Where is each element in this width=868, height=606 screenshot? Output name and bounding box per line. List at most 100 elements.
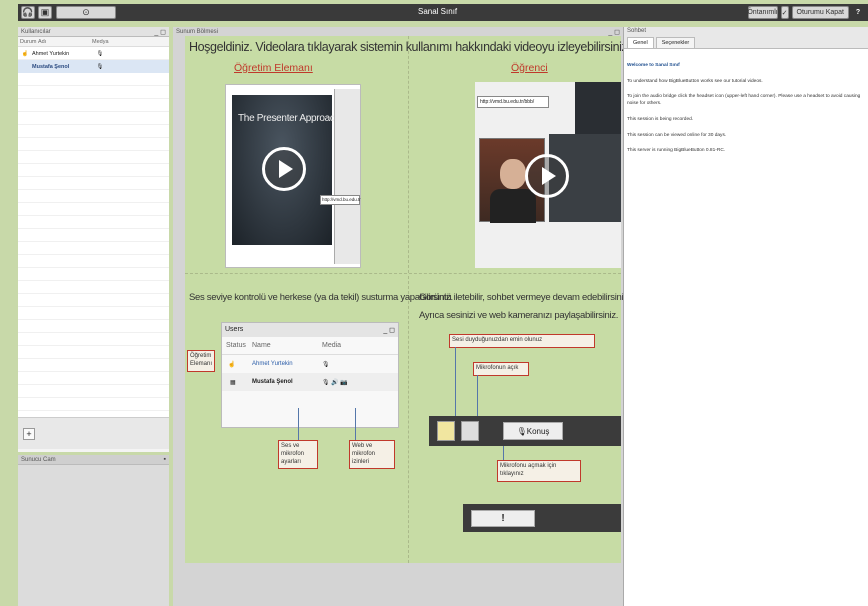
chat-message: Welcome to Sanal Sınıf: [627, 63, 680, 68]
talk-button: !: [471, 510, 535, 527]
chat-panel: Sohbet Genel Seçenekler Welcome to Sanal…: [623, 27, 868, 606]
user-row[interactable]: ☝ Ahmet Yurtekin 🎙: [18, 47, 169, 60]
url-box: http://vmd.bu.edu.tr: [320, 195, 361, 205]
tab-public[interactable]: Genel: [627, 37, 654, 48]
user-name: Mustafa Şenol: [32, 63, 70, 70]
user-row[interactable]: Mustafa Şenol 🎙: [18, 60, 169, 73]
users-list: ☝ Ahmet Yurtekin 🎙 Mustafa Şenol 🎙: [18, 47, 169, 417]
presenter-cam-title: Sunucu Cam: [21, 456, 56, 463]
demo-user-row: ☝ Ahmet Yurtekin 🎙: [222, 355, 398, 373]
share-section-text-1: Görüntü iletebilir, sohbet vermeye devam…: [419, 292, 631, 303]
column-media[interactable]: Medya: [92, 39, 112, 45]
teacher-video-link[interactable]: Öğretim Elemanı: [234, 62, 313, 74]
callout-line: [355, 408, 356, 440]
play-icon[interactable]: [262, 147, 306, 191]
toolbar-demo-2: !: [463, 504, 621, 532]
minimize-maximize-icon[interactable]: _ ◻: [154, 28, 166, 36]
minimize-maximize-icon[interactable]: _ ◻: [608, 28, 620, 36]
presentation-title: Sunum Bölmesi: [176, 29, 219, 35]
demo-user-name: Mustafa Şenol: [252, 379, 293, 385]
status-icon: ▦: [230, 379, 236, 386]
teacher-video[interactable]: The Presenter Approach http://vmd.bu.edu…: [225, 84, 361, 268]
presenter-cam-panel: Sunucu Cam ▪: [18, 455, 169, 606]
raise-hand-icon: ☝: [21, 50, 29, 57]
callout-hear: Sesi duyduğunuzdan emin olunuz: [449, 334, 595, 348]
layout-select[interactable]: Öntanımlı: [747, 6, 778, 19]
student-video-link[interactable]: Öğrenci: [511, 62, 548, 74]
headset-icon: [437, 421, 455, 441]
callout-line: [503, 446, 504, 460]
help-button[interactable]: ?: [852, 6, 864, 19]
top-bar: 🎧 ▣ ⊙ Sanal Sınıf Öntanımlı ✓ Oturumu Ka…: [18, 4, 868, 21]
tab-options[interactable]: Seçenekler: [655, 37, 696, 48]
mic-icon: 🎙: [322, 361, 330, 368]
slide-divider: [408, 276, 409, 563]
chat-message: This server is running BigBlueButton 0.8…: [627, 148, 726, 154]
callout-teacher: Öğretim Elemanı: [187, 350, 215, 372]
callout-mic-open: Mikrofonun açık: [473, 362, 529, 376]
users-panel-title: Kullanıcılar: [21, 28, 51, 35]
chat-message: This session is being recorded.: [627, 116, 694, 122]
talk-button: 🎙 Konuş: [503, 422, 563, 440]
column-status: Status: [226, 342, 246, 349]
chat-messages: Welcome to Sanal Sınıf To understand how…: [624, 49, 868, 178]
layout-apply-button[interactable]: ✓: [780, 6, 789, 19]
minimize-maximize-icon: _ ◻: [383, 327, 395, 334]
student-video[interactable]: http://vmd.bu.edu.tr/bbb/: [475, 82, 621, 268]
status-field[interactable]: ⊙: [56, 6, 116, 19]
chat-message: To join the audio bridge click the heads…: [627, 94, 861, 107]
toolbar-demo: 🎙 Konuş: [429, 416, 621, 446]
talk-label: Konuş: [526, 426, 550, 436]
video-sidebar: [334, 89, 360, 264]
chat-tabs: Genel Seçenekler: [624, 35, 868, 49]
user-name: Ahmet Yurtekin: [32, 50, 70, 57]
users-columns: Durum Adı Medya: [18, 37, 169, 47]
demo-panel-title: Users: [225, 326, 244, 333]
users-footer: +: [18, 417, 169, 449]
demo-panel-header: Users _ ◻: [222, 323, 398, 337]
headset-icon[interactable]: 🎧: [21, 6, 35, 19]
demo-user-name: Ahmet Yurtekin: [252, 361, 293, 367]
welcome-text: Hoşgeldiniz. Videolara tıklayarak sistem…: [189, 40, 631, 54]
body: [490, 189, 536, 223]
mute-section-text: Ses seviye kontrolü ve herkese (ya da te…: [189, 292, 453, 303]
column-name[interactable]: Adı: [34, 39, 92, 45]
users-panel-header: Kullanıcılar _ ◻: [18, 27, 169, 37]
media-icons: 🎙 🔊 📷: [322, 379, 348, 386]
callout-audio-settings: Ses ve mikrofon ayarları: [278, 440, 318, 470]
app-title: Sanal Sınıf: [418, 7, 458, 16]
slide-divider: [408, 36, 409, 273]
users-demo-panel: Users _ ◻ Status Name Media ☝ Ahmet Yurt…: [221, 322, 399, 428]
callout-line: [477, 375, 478, 416]
face: [500, 159, 526, 189]
settings-button[interactable]: +: [23, 428, 35, 440]
chat-message: To understand how BigBlueButton works se…: [627, 78, 763, 84]
share-section-text-2: Ayrıca sesinizi ve web kameranızı paylaş…: [419, 310, 619, 321]
callout-line: [298, 408, 299, 440]
camera-icon[interactable]: ▣: [38, 6, 52, 19]
mic-icon[interactable]: 🎙: [90, 51, 110, 57]
chat-message: This session can be viewed online for 30…: [627, 132, 727, 138]
video-caption: The Presenter Approach: [238, 113, 340, 124]
demo-columns: Status Name Media: [222, 337, 398, 355]
play-icon[interactable]: [525, 154, 569, 198]
users-panel: Kullanıcılar _ ◻ Durum Adı Medya ☝ Ahmet…: [18, 27, 169, 452]
logout-button[interactable]: Oturumu Kapat: [791, 6, 849, 19]
mic-icon[interactable]: 🎙: [90, 64, 110, 70]
webcam-icon: [461, 421, 479, 441]
column-media: Media: [322, 342, 342, 349]
presentation-slide: Hoşgeldiniz. Videolara tıklayarak sistem…: [185, 36, 631, 563]
callout-click-mic: Mikrofonu açmak için tıklayınız: [497, 460, 581, 482]
slide-divider: [185, 273, 621, 274]
url-bar: http://vmd.bu.edu.tr/bbb/: [477, 96, 549, 108]
raise-hand-icon: ☝: [228, 361, 236, 368]
chat-panel-header: Sohbet: [624, 27, 868, 35]
demo-user-row: ▦ Mustafa Şenol 🎙 🔊 📷: [222, 373, 398, 391]
column-name: Name: [252, 342, 271, 349]
maximize-icon[interactable]: ▪: [164, 456, 166, 463]
column-status[interactable]: Durum: [20, 39, 37, 45]
callout-permissions: Web ve mikrofon izinleri: [349, 440, 395, 470]
chat-panel-title: Sohbet: [627, 28, 647, 34]
callout-line: [455, 347, 456, 416]
presenter-cam-header: Sunucu Cam ▪: [18, 455, 169, 465]
